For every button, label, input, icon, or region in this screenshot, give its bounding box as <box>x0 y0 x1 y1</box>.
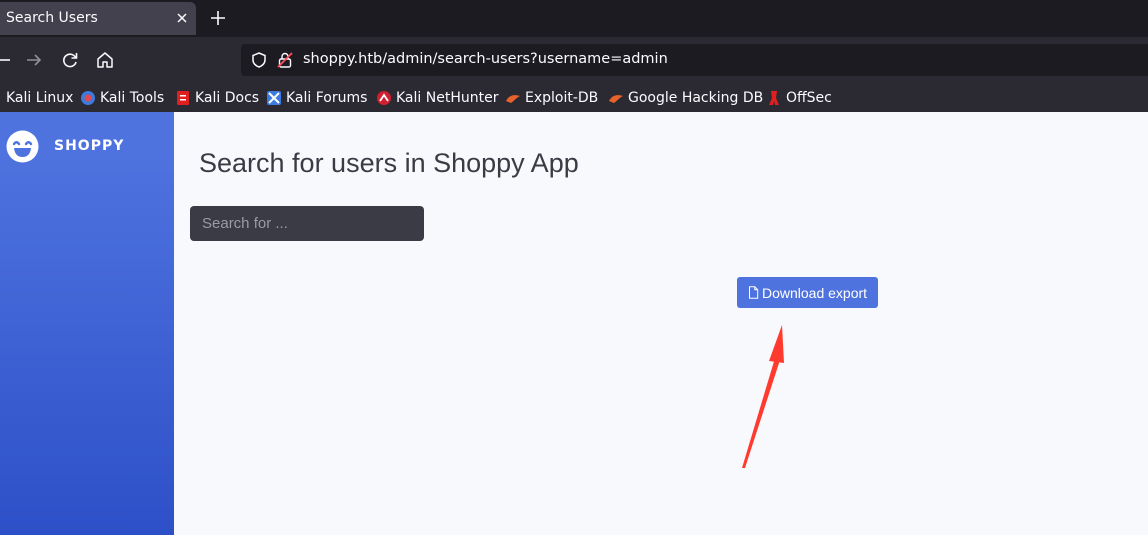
browser-tab-bar: Search Users <box>0 0 1148 37</box>
bookmark-kali-tools[interactable]: Kali Tools <box>80 88 164 108</box>
reload-icon[interactable] <box>59 49 81 71</box>
kali-nethunter-icon <box>377 91 391 105</box>
google-hacking-db-icon <box>609 95 623 103</box>
download-export-button[interactable]: Download export <box>737 277 878 308</box>
sidebar: SHOPPY <box>0 112 174 535</box>
page-title: Search for users in Shoppy App <box>199 148 579 178</box>
close-tab-icon[interactable] <box>172 8 192 28</box>
offsec-icon <box>769 91 779 105</box>
browser-toolbar: shoppy.htb/admin/search-users?username=a… <box>0 37 1148 83</box>
bookmark-kali-linux[interactable]: Kali Linux <box>6 88 73 108</box>
annotation-arrow <box>742 325 784 468</box>
bookmark-google-hacking-db[interactable]: Google Hacking DB <box>608 88 763 108</box>
file-icon <box>748 286 759 299</box>
download-export-label: Download export <box>761 284 868 301</box>
bookmark-kali-nethunter[interactable]: Kali NetHunter <box>376 88 498 108</box>
forward-arrow-icon[interactable] <box>23 49 45 71</box>
bookmark-label: Kali Linux <box>6 90 74 106</box>
bookmark-exploit-db[interactable]: Exploit-DB <box>505 88 598 108</box>
bookmark-label: Exploit-DB <box>525 90 599 106</box>
back-arrow-icon[interactable] <box>0 49 14 71</box>
url-text[interactable]: shoppy.htb/admin/search-users?username=a… <box>303 51 668 67</box>
bookmark-label: Kali NetHunter <box>396 90 499 106</box>
new-tab-icon[interactable] <box>208 8 228 28</box>
brand-name[interactable]: SHOPPY <box>54 138 124 154</box>
page-content: SHOPPY Search for users in Shoppy App Do… <box>0 112 1148 535</box>
bookmark-label: Google Hacking DB <box>628 90 764 106</box>
exploit-db-icon <box>506 95 520 103</box>
bookmark-kali-forums[interactable]: Kali Forums <box>266 88 367 108</box>
search-input[interactable] <box>190 206 424 241</box>
tracking-shield-icon[interactable] <box>250 51 268 69</box>
browser-tab[interactable]: Search Users <box>0 2 196 35</box>
bookmarks-toolbar: Kali Linux Kali Tools Kali Docs Kali For… <box>0 83 1148 112</box>
bookmark-label: Kali Tools <box>100 90 165 106</box>
kali-tools-icon <box>81 91 95 105</box>
address-bar[interactable]: shoppy.htb/admin/search-users?username=a… <box>241 44 1148 76</box>
bookmark-offsec[interactable]: OffSec <box>766 88 832 108</box>
bookmark-kali-docs[interactable]: Kali Docs <box>175 88 259 108</box>
laughing-face-icon[interactable] <box>6 130 39 163</box>
bookmark-label: OffSec <box>786 90 832 106</box>
insecure-lock-icon[interactable] <box>276 51 294 69</box>
bookmark-label: Kali Docs <box>195 90 260 106</box>
bookmark-label: Kali Forums <box>286 90 368 106</box>
home-icon[interactable] <box>94 49 116 71</box>
kali-docs-icon <box>177 91 189 105</box>
tab-title: Search Users <box>6 10 98 26</box>
kali-forums-icon <box>267 91 281 105</box>
